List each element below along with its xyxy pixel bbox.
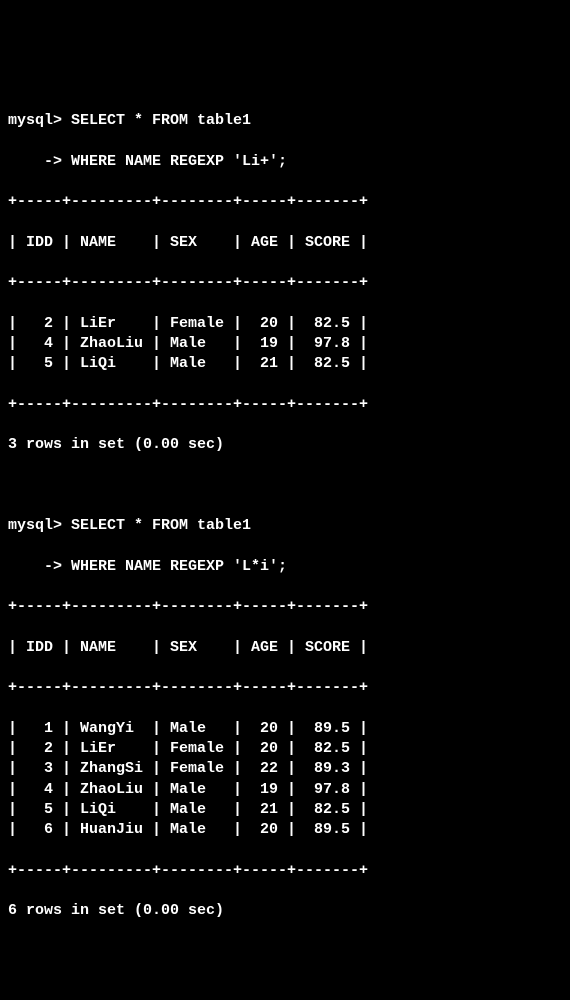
mysql-prompt: mysql> [8, 112, 71, 129]
table2-border-bot: +-----+---------+--------+-----+-------+ [8, 861, 562, 881]
sql-text: WHERE NAME REGEXP 'L*i'; [71, 558, 287, 575]
terminal-output: mysql> SELECT * FROM table1 -> WHERE NAM… [8, 91, 562, 942]
query1-line2: -> WHERE NAME REGEXP 'Li+'; [8, 152, 562, 172]
sql-text: SELECT * FROM table1 [71, 112, 251, 129]
query2-line1: mysql> SELECT * FROM table1 [8, 516, 562, 536]
table-row: | 4 | ZhaoLiu | Male | 19 | 97.8 | [8, 334, 562, 354]
table-row: | 5 | LiQi | Male | 21 | 82.5 | [8, 800, 562, 820]
mysql-prompt: mysql> [8, 517, 71, 534]
continuation-prompt: -> [8, 558, 71, 575]
table2-border-top: +-----+---------+--------+-----+-------+ [8, 597, 562, 617]
table-row: | 3 | ZhangSi | Female | 22 | 89.3 | [8, 759, 562, 779]
continuation-prompt: -> [8, 153, 71, 170]
table1-border-bot: +-----+---------+--------+-----+-------+ [8, 395, 562, 415]
table1-header: | IDD | NAME | SEX | AGE | SCORE | [8, 233, 562, 253]
table1-border-top: +-----+---------+--------+-----+-------+ [8, 192, 562, 212]
blank-line [8, 476, 562, 496]
sql-text: WHERE NAME REGEXP 'Li+'; [71, 153, 287, 170]
table-row: | 2 | LiEr | Female | 20 | 82.5 | [8, 739, 562, 759]
table1-border-mid: +-----+---------+--------+-----+-------+ [8, 273, 562, 293]
table-row: | 1 | WangYi | Male | 20 | 89.5 | [8, 719, 562, 739]
table-row: | 5 | LiQi | Male | 21 | 82.5 | [8, 354, 562, 374]
query1-summary: 3 rows in set (0.00 sec) [8, 435, 562, 455]
table2-header: | IDD | NAME | SEX | AGE | SCORE | [8, 638, 562, 658]
table-row: | 2 | LiEr | Female | 20 | 82.5 | [8, 314, 562, 334]
sql-text: SELECT * FROM table1 [71, 517, 251, 534]
table2-border-mid: +-----+---------+--------+-----+-------+ [8, 678, 562, 698]
query2-summary: 6 rows in set (0.00 sec) [8, 901, 562, 921]
table-row: | 6 | HuanJiu | Male | 20 | 89.5 | [8, 820, 562, 840]
query2-line2: -> WHERE NAME REGEXP 'L*i'; [8, 557, 562, 577]
query1-line1: mysql> SELECT * FROM table1 [8, 111, 562, 131]
table-row: | 4 | ZhaoLiu | Male | 19 | 97.8 | [8, 780, 562, 800]
